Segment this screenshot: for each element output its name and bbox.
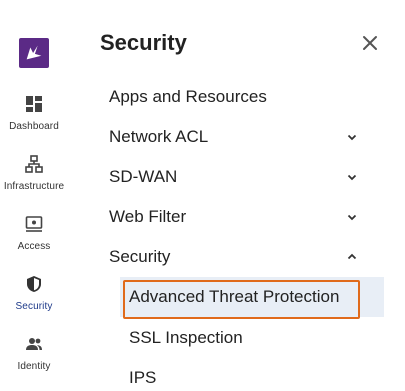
menu-item-label: Apps and Resources bbox=[109, 87, 267, 106]
panel-title: Security bbox=[100, 30, 187, 55]
menu-item-security[interactable]: Security bbox=[109, 242, 359, 272]
menu-item-label: Web Filter bbox=[109, 207, 187, 226]
dashboard-icon bbox=[24, 94, 44, 114]
icon-rail: Dashboard Infrastructure Access Security… bbox=[0, 0, 68, 391]
rail-item-label: Dashboard bbox=[9, 121, 59, 132]
identity-icon bbox=[24, 334, 44, 354]
subitem-ips[interactable]: IPS bbox=[120, 358, 384, 391]
rail-item-access[interactable]: Access bbox=[0, 214, 68, 253]
rail-item-label: Access bbox=[17, 241, 51, 252]
menu-item-label: Network ACL bbox=[109, 127, 209, 146]
close-button[interactable] bbox=[358, 31, 382, 55]
rail-item-infrastructure[interactable]: Infrastructure bbox=[0, 154, 68, 193]
chevron-down-icon bbox=[345, 170, 359, 184]
rail-item-label: Infrastructure bbox=[3, 181, 65, 192]
rail-item-label: Identity bbox=[17, 361, 51, 372]
subitem-advanced-threat-protection[interactable]: Advanced Threat Protection bbox=[120, 277, 384, 317]
shield-icon bbox=[24, 274, 44, 294]
subitem-label: Advanced Threat Protection bbox=[129, 287, 340, 306]
subitem-label: SSL Inspection bbox=[129, 328, 243, 347]
brand-logo-icon[interactable] bbox=[19, 38, 49, 68]
menu-item-network-acl[interactable]: Network ACL bbox=[109, 122, 359, 152]
menu-item-label: Security bbox=[109, 247, 171, 266]
chevron-down-icon bbox=[345, 210, 359, 224]
menu-item-label: SD-WAN bbox=[109, 167, 178, 186]
infrastructure-icon bbox=[24, 154, 44, 174]
chevron-up-icon bbox=[345, 250, 359, 264]
rail-item-label: Security bbox=[15, 301, 53, 312]
app-root: Dashboard Infrastructure Access Security… bbox=[0, 0, 405, 391]
rail-item-security[interactable]: Security bbox=[0, 274, 68, 313]
menu-item-web-filter[interactable]: Web Filter bbox=[109, 202, 359, 232]
subitem-ssl-inspection[interactable]: SSL Inspection bbox=[120, 318, 384, 358]
menu-item-sd-wan[interactable]: SD-WAN bbox=[109, 162, 359, 192]
access-icon bbox=[24, 214, 44, 234]
rail-item-dashboard[interactable]: Dashboard bbox=[0, 94, 68, 133]
subitem-label: IPS bbox=[129, 368, 157, 387]
menu-item-apps-and-resources[interactable]: Apps and Resources bbox=[109, 82, 359, 112]
close-icon bbox=[361, 34, 379, 52]
security-submenu-panel: Security Apps and Resources Network ACL … bbox=[68, 0, 405, 391]
chevron-down-icon bbox=[345, 130, 359, 144]
rail-item-identity[interactable]: Identity bbox=[0, 334, 68, 373]
